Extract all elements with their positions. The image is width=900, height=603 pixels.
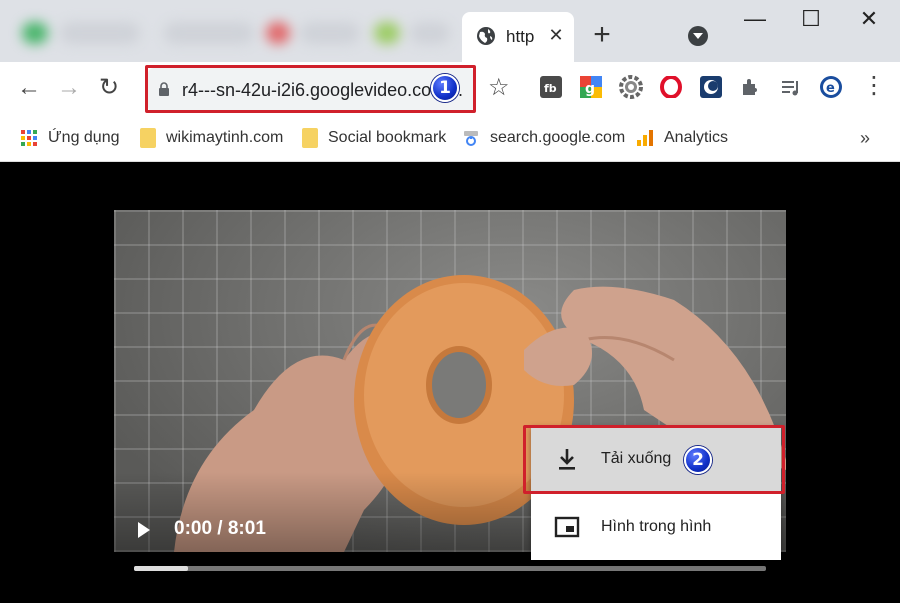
bookmark-label: Analytics [664,129,729,146]
bookmark-analytics[interactable]: Analytics [636,126,728,150]
play-icon[interactable] [138,522,150,538]
bookmark-social[interactable]: Social bookmark [302,126,446,150]
bookmark-search-console[interactable]: search.google.com [462,126,625,150]
puzzle-extensions-icon[interactable] [738,74,764,100]
step-badge-2: 2 [684,446,712,474]
apps-grid-icon [21,130,37,146]
tab-title: http [506,27,535,46]
reload-button[interactable]: ↻ [94,74,124,102]
search-console-icon [464,131,478,146]
opera-extension-icon[interactable] [658,74,684,100]
back-button[interactable]: ← [14,74,44,102]
chrome-menu-icon[interactable]: ⋮ [862,72,886,100]
minimize-button[interactable]: — [738,6,772,32]
picture-in-picture-icon [554,516,580,538]
folder-icon [140,128,156,148]
gear-extension-icon[interactable] [618,74,644,100]
svg-text:e: e [826,81,835,96]
tab-search-icon[interactable] [688,26,708,46]
more-bookmarks-icon[interactable]: » [860,128,870,149]
bookmark-apps[interactable]: Ứng dụng [20,126,120,150]
svg-text:g: g [585,81,595,97]
bookmark-label: search.google.com [490,129,626,146]
bookmark-label: Social bookmark [328,129,447,146]
menu-item-label: Hình trong hình [601,518,712,535]
bookmark-label: Ứng dụng [48,129,120,146]
bookmark-label: wikimaytinh.com [166,129,284,146]
blurred-tabs [14,18,450,48]
active-tab[interactable]: http ✕ [462,12,574,62]
progress-fill [134,566,188,571]
new-tab-button[interactable]: + [588,20,616,50]
menu-item-picture-in-picture[interactable]: Hình trong hình [531,494,781,560]
tab-close-icon[interactable]: ✕ [546,25,566,46]
google-extension-icon[interactable]: g [578,74,604,100]
profile-avatar-icon[interactable]: e [818,74,844,100]
highlight-box-url [145,65,476,113]
tab-strip: http ✕ + — ☐ ✕ [0,0,900,62]
analytics-icon [637,130,653,146]
bookmark-star-icon[interactable]: ☆ [488,73,510,102]
time-display: 0:00 / 8:01 [174,518,266,539]
folder-icon [302,128,318,148]
svg-text:fb: fb [544,82,557,95]
globe-icon [477,27,495,45]
forward-button[interactable]: → [54,74,84,102]
media-queue-icon[interactable] [778,74,804,100]
step-badge-1: 1 [431,74,459,102]
fb-extension-icon[interactable]: fb [538,74,564,100]
bookmark-wikimaytinh[interactable]: wikimaytinh.com [140,126,283,150]
video-progress-bar[interactable] [134,566,766,571]
maximize-button[interactable]: ☐ [794,6,828,32]
bookmarks-bar: Ứng dụng wikimaytinh.com Social bookmark… [0,116,900,162]
close-window-button[interactable]: ✕ [852,6,886,32]
highlight-box-download [523,425,785,494]
blue-circle-extension-icon[interactable] [698,74,724,100]
